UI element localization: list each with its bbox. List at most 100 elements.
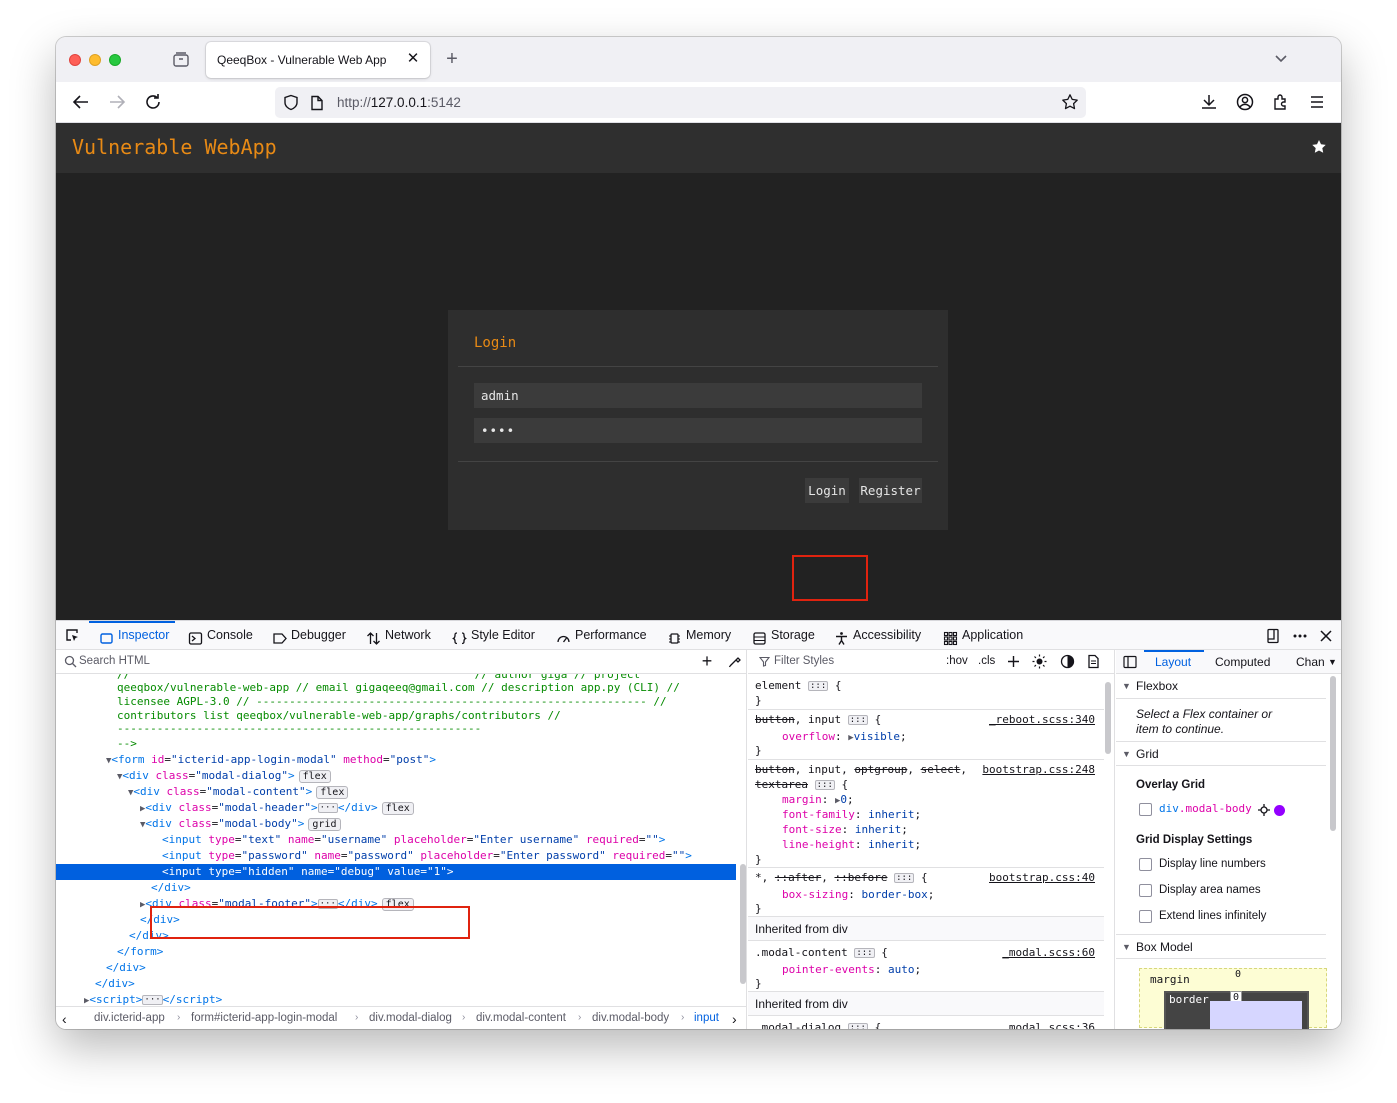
tab-performance[interactable]: Performance (554, 621, 647, 650)
grid-element-label[interactable]: div.modal-body (1159, 802, 1252, 815)
browser-tab[interactable]: QeeqBox - Vulnerable Web App ✕ (206, 42, 430, 78)
tab-style-editor[interactable]: Style Editor (450, 621, 535, 650)
rule-declaration[interactable]: font-family: inherit; (782, 807, 921, 822)
layout-scrollbar[interactable] (1330, 676, 1336, 831)
tree-line-modal-dialog[interactable]: ▼<div class="modal-dialog"> flex (56, 768, 736, 784)
menu-hamburger-icon[interactable] (1307, 92, 1327, 112)
pseudo-class-toggle[interactable]: :hov (946, 655, 968, 667)
tree-line-close-div[interactable]: </div> (56, 880, 736, 896)
tab-network[interactable]: Network (364, 621, 431, 650)
tree-line-comment[interactable]: --> (56, 736, 736, 752)
breadcrumb-item-current[interactable]: input (694, 1012, 719, 1024)
star-icon[interactable] (1311, 139, 1327, 155)
more-options-icon[interactable] (1292, 628, 1308, 644)
responsive-design-icon[interactable] (1265, 628, 1281, 644)
tree-line-modal-content[interactable]: ▼<div class="modal-content"> flex (56, 784, 736, 800)
box-model-margin-value[interactable]: 0 (1235, 969, 1241, 980)
toggle-sidebar-icon[interactable] (1123, 655, 1137, 669)
rule-declaration[interactable]: font-size: inherit; (782, 822, 908, 837)
rule-declaration[interactable]: line-height: inherit; (782, 837, 921, 852)
source-link[interactable]: _modal.scss:60 (1002, 945, 1095, 960)
tab-inspector[interactable]: Inspector (88, 621, 176, 650)
breadcrumb-right-arrow-icon[interactable]: › (732, 1012, 744, 1026)
extend-lines-label[interactable]: Extend lines infinitely (1159, 910, 1266, 922)
tree-line-form[interactable]: ▼<form id="icterid-app-login-modal" meth… (56, 752, 736, 768)
filter-styles-input[interactable]: Filter Styles (774, 655, 834, 667)
tab-changes[interactable]: Chan (1296, 655, 1325, 669)
rule-universal-selector[interactable]: *, ::after, ::before ::: { (755, 870, 928, 885)
class-toggle[interactable]: .cls (978, 655, 995, 667)
password-input[interactable]: •••• (474, 418, 922, 443)
html-search-input[interactable]: Search HTML (79, 655, 150, 667)
reload-icon[interactable] (142, 91, 164, 113)
source-link[interactable]: bootstrap.css:248 (982, 762, 1095, 777)
breadcrumb-left-arrow-icon[interactable]: ‹ (62, 1012, 74, 1026)
tab-storage[interactable]: Storage (750, 621, 815, 650)
display-line-numbers-label[interactable]: Display line numbers (1159, 858, 1266, 870)
back-arrow-icon[interactable] (70, 91, 92, 113)
flexbox-section-header[interactable]: ▼ Flexbox (1116, 674, 1326, 699)
list-all-tabs-icon[interactable] (1273, 50, 1289, 66)
rule-button-input-selector[interactable]: button, input ::: { (755, 712, 881, 727)
tree-line-modal-header[interactable]: ▶<div class="modal-header"> ··· </div> flex (56, 800, 736, 816)
tab-accessibility[interactable]: Accessibility (832, 621, 921, 650)
source-link[interactable]: _modal.scss:36 (1002, 1020, 1095, 1029)
dark-scheme-icon[interactable] (1060, 654, 1075, 669)
tracking-protection-shield-icon[interactable] (283, 94, 299, 111)
register-button[interactable]: Register (859, 478, 922, 503)
tab-overflow-chevron-icon[interactable]: ▼ (1328, 657, 1337, 667)
rule-bootstrap-selector-cont[interactable]: textarea ::: { (755, 777, 848, 792)
username-input[interactable]: admin (474, 383, 922, 408)
print-simulation-icon[interactable] (1086, 654, 1101, 669)
source-link[interactable]: _reboot.scss:340 (989, 712, 1095, 727)
rule-bootstrap-selector[interactable]: button, input, optgroup, select, (755, 762, 967, 777)
add-rule-icon[interactable] (1006, 654, 1021, 669)
tab-computed[interactable]: Computed (1215, 655, 1270, 669)
grid-color-swatch[interactable] (1274, 805, 1285, 816)
rule-modal-content-selector[interactable]: .modal-content ::: { (755, 945, 888, 960)
add-node-button[interactable]: + (699, 652, 715, 670)
tab-memory[interactable]: Memory (665, 621, 731, 650)
grid-overlay-checkbox[interactable] (1139, 803, 1152, 816)
rule-declaration[interactable]: box-sizing: border-box; (782, 887, 934, 902)
account-icon[interactable] (1235, 92, 1255, 112)
light-scheme-icon[interactable] (1032, 654, 1047, 669)
tree-line-modal-body[interactable]: ▼<div class="modal-body"> grid (56, 816, 736, 832)
forward-arrow-icon[interactable] (106, 91, 128, 113)
tree-line-comment[interactable]: ----------------------------------------… (56, 721, 736, 737)
box-model-section-header[interactable]: ▼ Box Model (1116, 934, 1326, 959)
extend-lines-checkbox[interactable] (1139, 910, 1152, 923)
eyedropper-icon[interactable] (728, 654, 742, 668)
address-bar[interactable]: http://127.0.0.1:5142 (275, 87, 1086, 118)
display-line-numbers-checkbox[interactable] (1139, 858, 1152, 871)
tree-line-close-div[interactable]: </div> (56, 976, 736, 992)
tab-console[interactable]: Console (186, 621, 253, 650)
rule-declaration[interactable]: pointer-events: auto; (782, 962, 921, 977)
login-button[interactable]: Login (805, 478, 849, 503)
breadcrumb-item[interactable]: div.modal-body (592, 1012, 669, 1024)
rule-modal-dialog-selector[interactable]: .modal-dialog ::: { (755, 1020, 881, 1029)
tab-close-icon[interactable]: ✕ (405, 51, 421, 67)
tree-line-password-input[interactable]: <input type="password" name="password" p… (56, 848, 736, 864)
firefox-view-icon[interactable] (172, 51, 190, 68)
tab-debugger[interactable]: Debugger (270, 621, 346, 650)
html-tree-scrollbar[interactable] (740, 864, 746, 984)
tab-layout[interactable]: Layout (1155, 655, 1191, 669)
rule-declaration[interactable]: margin: ▶0; (782, 792, 854, 807)
rules-scrollbar[interactable] (1105, 682, 1111, 754)
display-area-names-checkbox[interactable] (1139, 884, 1152, 897)
element-picker-icon[interactable] (64, 627, 80, 643)
breadcrumb-item[interactable]: div.icterid-app (94, 1012, 165, 1024)
highlight-target-icon[interactable] (1258, 804, 1270, 816)
url-text[interactable]: http://127.0.0.1:5142 (337, 95, 461, 110)
breadcrumb-item[interactable]: div.modal-content (476, 1012, 566, 1024)
tree-line-close-div[interactable]: </div> (56, 960, 736, 976)
app-title[interactable]: Vulnerable WebApp (72, 135, 277, 159)
grid-section-header[interactable]: ▼ Grid (1116, 741, 1326, 766)
maximize-window-button[interactable] (109, 54, 121, 66)
close-window-button[interactable] (69, 54, 81, 66)
bookmark-star-icon[interactable] (1061, 93, 1079, 111)
rule-element-selector[interactable]: element ::: { (755, 678, 842, 693)
tree-line-script[interactable]: ▶<script> ··· </script> (56, 992, 736, 1006)
minimize-window-button[interactable] (89, 54, 101, 66)
